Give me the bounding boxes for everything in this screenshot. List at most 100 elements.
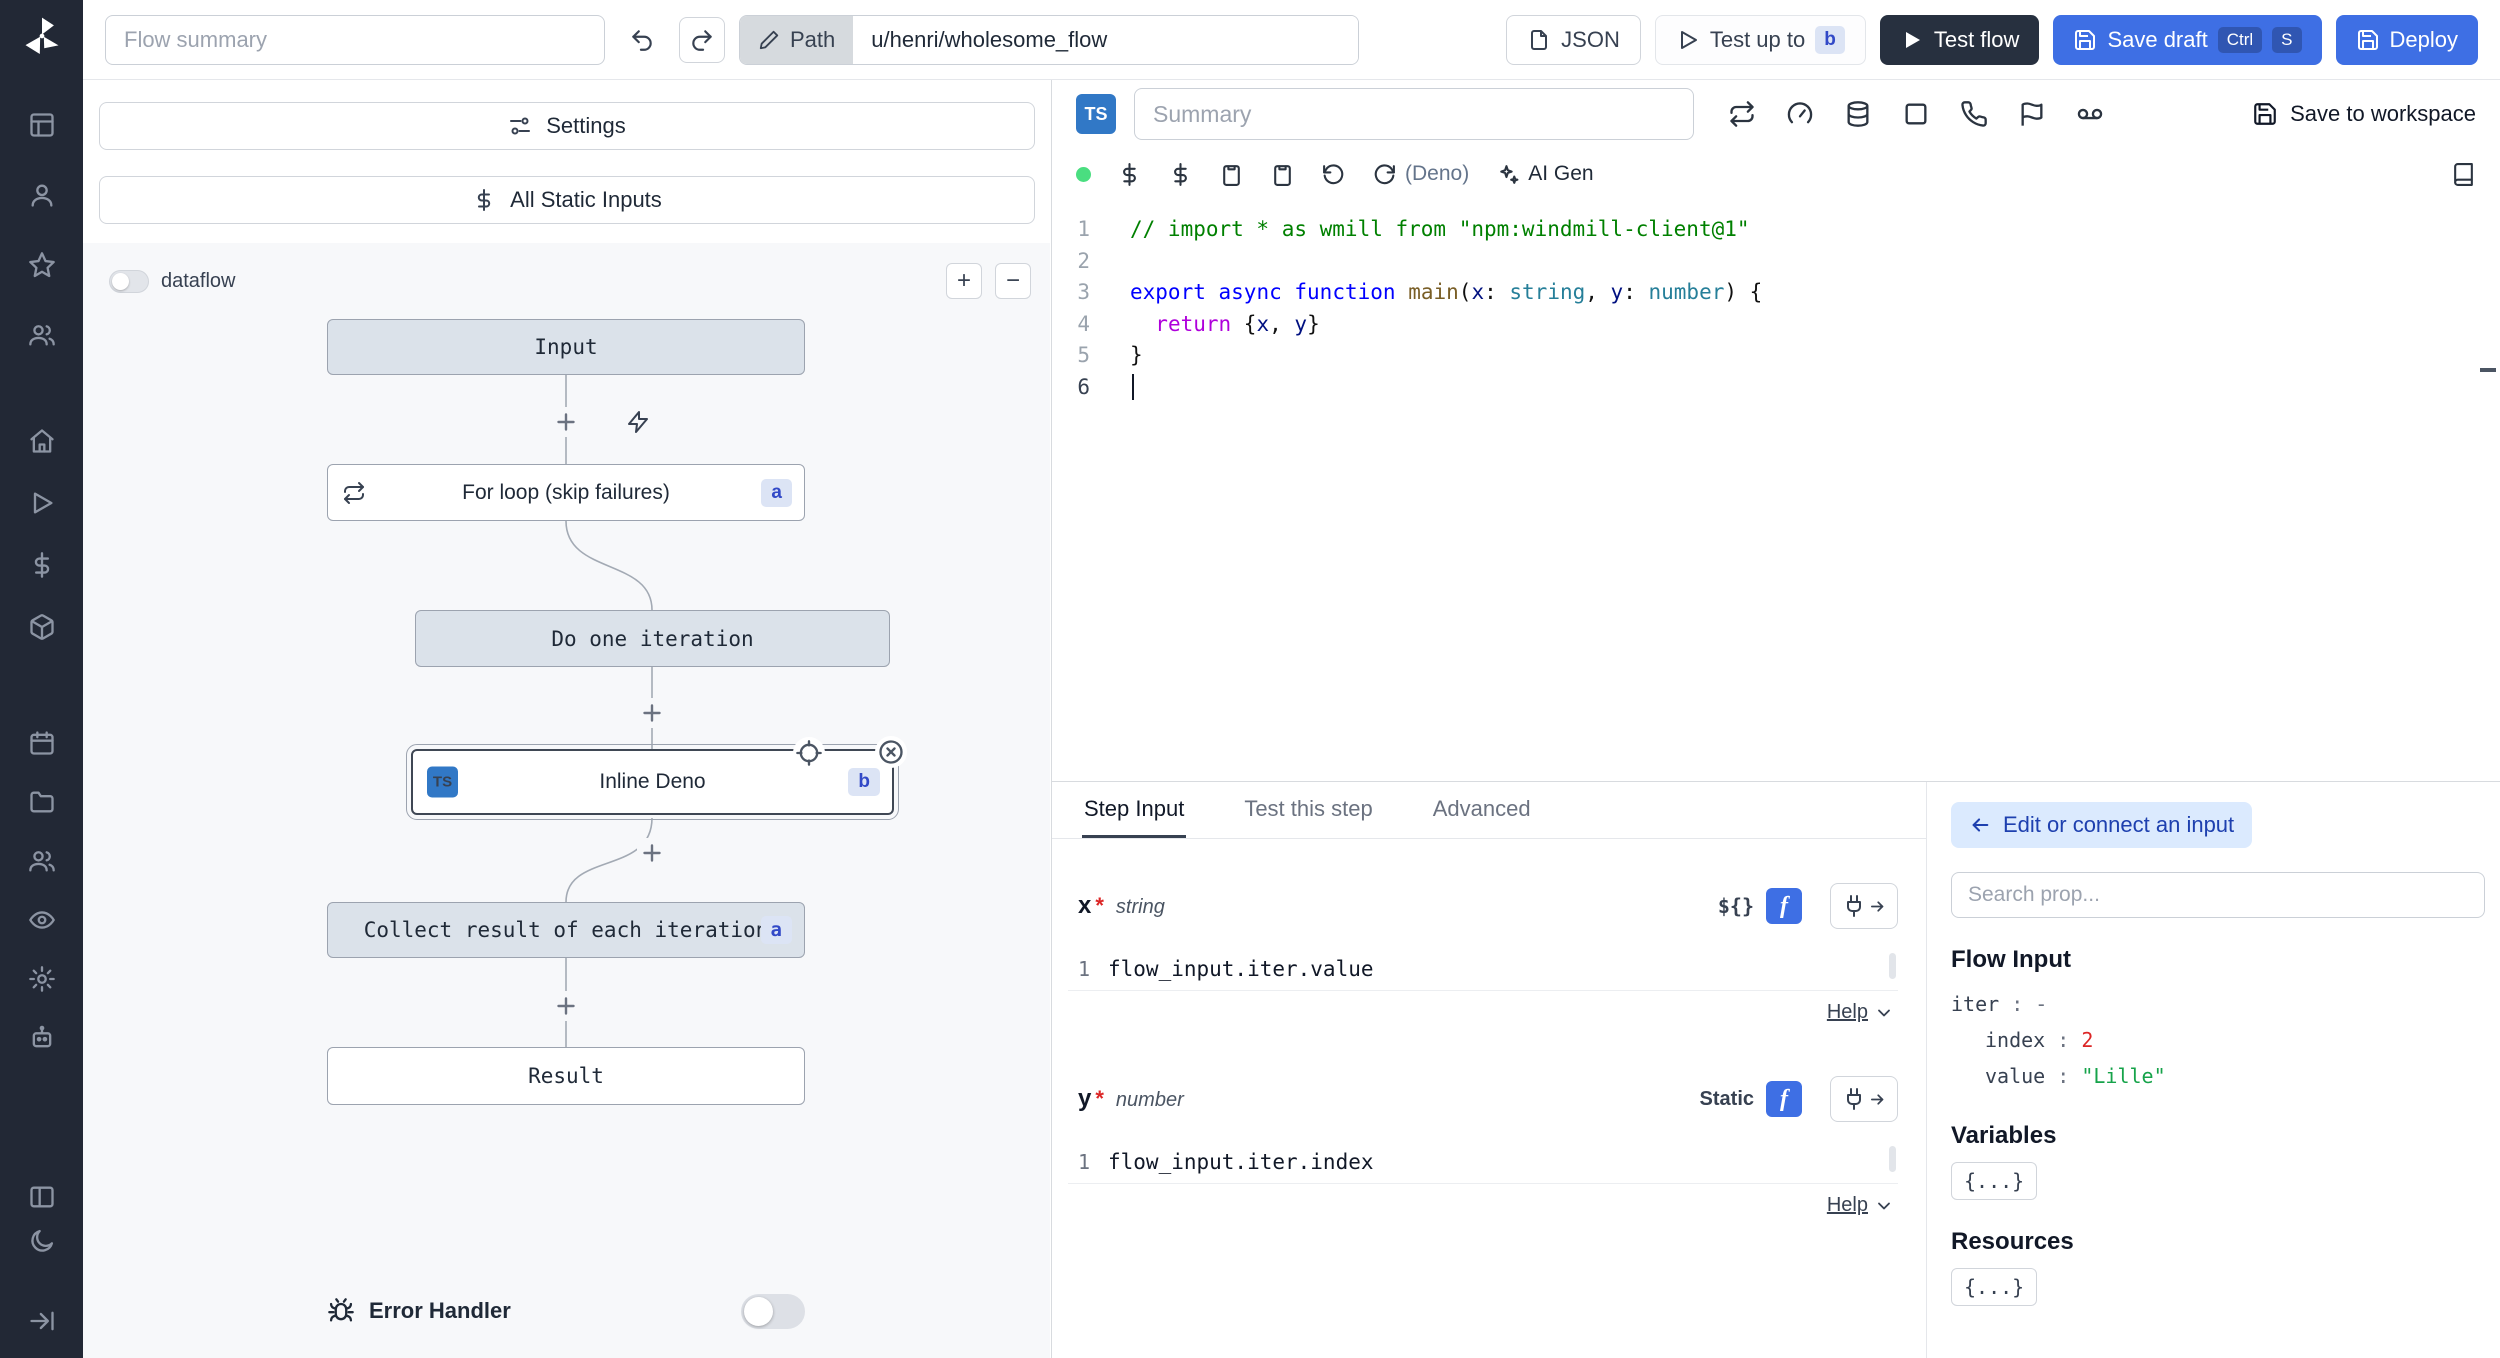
edit-or-connect-button[interactable]: Edit or connect an input — [1951, 802, 2253, 848]
bug-icon — [327, 1297, 355, 1325]
help-link[interactable]: Help — [1827, 1001, 1868, 1024]
monaco-code-editor[interactable]: 123456 // import * as wmill from "npm:wi… — [1052, 200, 2500, 403]
copy-clipboard-icon[interactable] — [1219, 162, 1244, 187]
trigger-zap-icon[interactable] — [623, 407, 653, 437]
connect-input-panel: Edit or connect an input Flow Input iter… — [1926, 782, 2500, 1358]
flow-graph-panel: Settings All Static Inputs dataflow + − … — [83, 80, 1052, 1358]
runs-icon[interactable] — [21, 482, 63, 524]
test-up-to-button[interactable]: Test up to b — [1654, 14, 1866, 65]
tab-step-input[interactable]: Step Input — [1082, 782, 1187, 838]
add-step-button[interactable] — [637, 698, 667, 728]
dark-mode-moon-icon[interactable] — [21, 1220, 63, 1262]
workers-bot-icon[interactable] — [21, 1017, 63, 1059]
graph-connectors — [565, 375, 653, 1047]
line-number: 1 — [1077, 1149, 1090, 1174]
prop-row[interactable]: iter : - — [1951, 986, 2484, 1022]
star-icon[interactable] — [21, 244, 63, 286]
path-control: Path — [739, 14, 1360, 65]
node-do-one-iteration[interactable]: Do one iteration — [415, 610, 890, 667]
text-cursor — [1132, 374, 1134, 400]
node-input[interactable]: Input — [327, 319, 805, 375]
add-step-button[interactable] — [551, 407, 581, 437]
vars-dollar-icon[interactable] — [1117, 162, 1142, 187]
help-link[interactable]: Help — [1827, 1194, 1868, 1217]
field-y-expression-editor[interactable]: 1 flow_input.iter.index — [1068, 1140, 1898, 1184]
tab-advanced[interactable]: Advanced — [1431, 782, 1533, 838]
resources-object-button[interactable]: {...} — [1951, 1268, 2038, 1306]
input-mode-label[interactable]: ${} — [1718, 894, 1754, 918]
early-stop-flag-icon[interactable] — [2018, 100, 2046, 128]
pencil-icon — [758, 29, 780, 51]
json-button[interactable]: JSON — [1506, 14, 1641, 65]
mini-scrollbar[interactable] — [1889, 1146, 1896, 1172]
schedules-icon[interactable] — [21, 722, 63, 764]
settings-gear-icon[interactable] — [21, 958, 63, 1000]
help-row: Help — [1068, 1001, 1898, 1024]
search-prop-input[interactable] — [1951, 872, 2485, 918]
variables-icon[interactable] — [21, 544, 63, 586]
ai-gen-button[interactable]: AI Gen — [1495, 162, 1594, 187]
chevron-down-icon[interactable] — [1874, 1196, 1894, 1216]
users-icon[interactable] — [21, 314, 63, 356]
error-handler-label: Error Handler — [369, 1298, 511, 1323]
resources-dollar-icon[interactable] — [1168, 162, 1193, 187]
reset-rotate-icon[interactable] — [1321, 162, 1346, 187]
node-result[interactable]: Result — [327, 1047, 805, 1105]
chevron-down-icon[interactable] — [1874, 1003, 1894, 1023]
repeat-icon — [342, 481, 366, 505]
webhook-phone-icon[interactable] — [1960, 100, 1988, 128]
folders-icon[interactable] — [21, 781, 63, 823]
move-node-handle[interactable] — [793, 737, 825, 769]
concurrency-gauge-icon[interactable] — [1786, 100, 1814, 128]
function-toggle-button[interactable]: f — [1766, 888, 1802, 924]
node-id-badge: b — [848, 768, 880, 796]
apps-icon[interactable] — [21, 104, 63, 146]
home-icon[interactable] — [21, 420, 63, 462]
connect-input-button[interactable] — [1830, 1076, 1898, 1122]
error-handler-toggle[interactable] — [741, 1293, 805, 1329]
voicemail-icon[interactable] — [2076, 100, 2104, 128]
add-step-button[interactable] — [637, 838, 667, 868]
undo-button[interactable] — [619, 17, 665, 63]
groups-icon[interactable] — [21, 840, 63, 882]
prop-row[interactable]: index : 2 — [1951, 1022, 2484, 1058]
step-summary-input[interactable] — [1134, 88, 1694, 140]
tab-test-this-step[interactable]: Test this step — [1242, 782, 1374, 838]
cache-repeat-icon[interactable] — [1728, 100, 1756, 128]
expand-sidebar-icon[interactable] — [21, 1300, 63, 1342]
stop-square-icon[interactable] — [1902, 100, 1930, 128]
save-to-workspace-button[interactable]: Save to workspace — [2252, 101, 2476, 127]
flow-summary-input[interactable] — [105, 14, 605, 65]
arrow-left-icon — [1969, 814, 1991, 836]
resources-icon[interactable] — [21, 606, 63, 648]
deploy-button[interactable]: Deploy — [2335, 14, 2478, 65]
panel-columns-icon[interactable] — [21, 1176, 63, 1218]
audit-eye-icon[interactable] — [21, 899, 63, 941]
user-icon[interactable] — [21, 174, 63, 216]
cache-database-icon[interactable] — [1844, 100, 1872, 128]
sidebar — [0, 0, 83, 1358]
docs-book-icon[interactable] — [2451, 162, 2476, 187]
node-forloop[interactable]: For loop (skip failures) a — [327, 464, 805, 521]
test-flow-button[interactable]: Test flow — [1879, 14, 2040, 65]
variables-object-button[interactable]: {...} — [1951, 1162, 2038, 1200]
delete-node-button[interactable] — [875, 736, 907, 768]
plug-icon — [1842, 1087, 1866, 1111]
field-x-expression-editor[interactable]: 1 flow_input.iter.value — [1068, 947, 1898, 991]
add-step-button[interactable] — [551, 991, 581, 1021]
windmill-logo-icon[interactable] — [20, 14, 64, 58]
path-badge[interactable]: Path — [740, 15, 854, 64]
redo-button[interactable] — [679, 16, 725, 63]
language-selector[interactable]: (Deno) — [1372, 162, 1469, 187]
kbd-ctrl: Ctrl — [2217, 26, 2263, 53]
mini-scrollbar[interactable] — [1889, 953, 1896, 979]
input-mode-label[interactable]: Static — [1700, 1088, 1754, 1111]
path-input[interactable] — [853, 15, 1359, 64]
node-collect-result[interactable]: Collect result of each iteration a — [327, 902, 805, 958]
paste-clipboard-icon[interactable] — [1270, 162, 1295, 187]
function-toggle-button[interactable]: f — [1766, 1081, 1802, 1117]
field-type: number — [1115, 1089, 1184, 1111]
connect-input-button[interactable] — [1830, 883, 1898, 929]
prop-row[interactable]: value : "Lille" — [1951, 1058, 2484, 1094]
save-draft-button[interactable]: Save draft Ctrl S — [2053, 14, 2322, 65]
